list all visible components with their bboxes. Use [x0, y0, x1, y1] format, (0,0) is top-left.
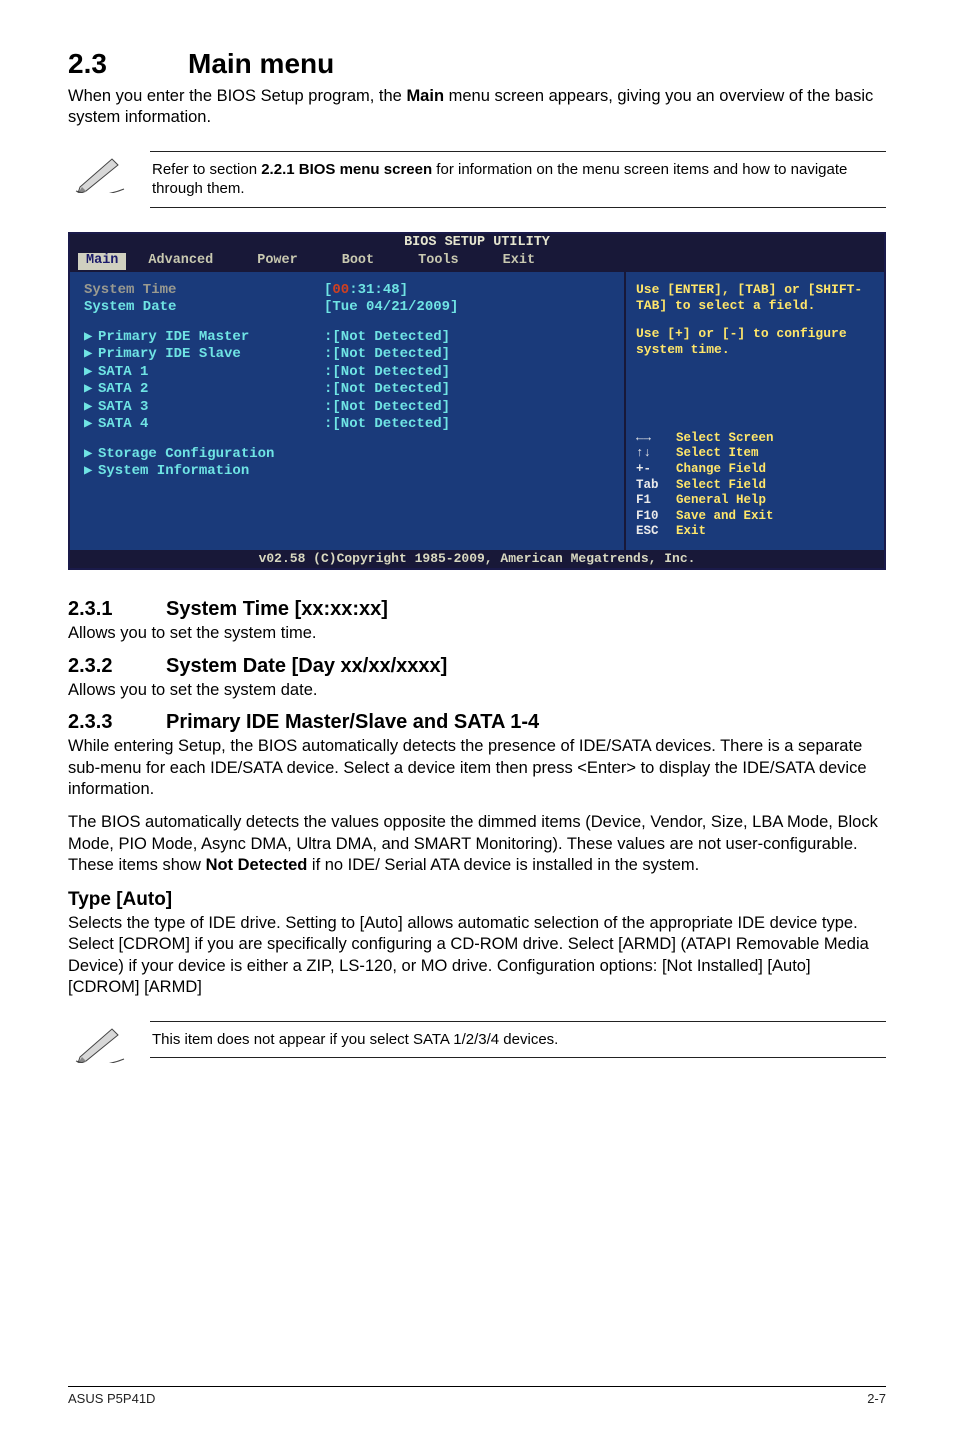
section-2-3-3-p1: While entering Setup, the BIOS automatic… [68, 736, 886, 800]
bios-help-text-2: Use [+] or [-] to configure system time. [636, 326, 874, 359]
page-heading: 2.3Main menu [68, 48, 886, 80]
type-auto-body: Selects the type of IDE drive. Setting t… [68, 913, 886, 999]
note-block-2: This item does not appear if you select … [68, 1021, 886, 1063]
note-text-2: This item does not appear if you select … [150, 1021, 886, 1059]
bios-system-date[interactable]: System Date [Tue 04/21/2009] [84, 299, 610, 317]
note-block-1: Refer to section 2.2.1 BIOS menu screen … [68, 151, 886, 208]
bios-item-primary-slave[interactable]: ▶Primary IDE Slave:[Not Detected] [84, 346, 610, 364]
bios-item-storage-config[interactable]: ▶Storage Configuration [84, 446, 610, 464]
pencil-note-icon [68, 1021, 132, 1063]
footer-right: 2-7 [867, 1391, 886, 1406]
bios-footer: v02.58 (C)Copyright 1985-2009, American … [70, 550, 884, 568]
bios-item-sata1[interactable]: ▶SATA 1:[Not Detected] [84, 364, 610, 382]
bios-title-bar: BIOS SETUP UTILITY [70, 234, 884, 252]
intro-paragraph: When you enter the BIOS Setup program, t… [68, 86, 886, 129]
bios-tab-power[interactable]: Power [235, 253, 320, 270]
bios-tab-advanced[interactable]: Advanced [126, 253, 235, 270]
section-2-3-1-body: Allows you to set the system time. [68, 623, 886, 644]
heading-number: 2.3 [68, 48, 188, 80]
section-2-3-3-p2: The BIOS automatically detects the value… [68, 812, 886, 876]
heading-title: Main menu [188, 48, 334, 79]
section-2-3-2-body: Allows you to set the system date. [68, 680, 886, 701]
bios-item-system-info[interactable]: ▶System Information [84, 463, 610, 481]
type-auto-heading: Type [Auto] [68, 889, 886, 911]
note-text: Refer to section 2.2.1 BIOS menu screen … [150, 151, 886, 208]
bios-item-primary-master[interactable]: ▶Primary IDE Master:[Not Detected] [84, 329, 610, 347]
bios-tab-exit[interactable]: Exit [481, 253, 557, 270]
bios-item-sata4[interactable]: ▶SATA 4:[Not Detected] [84, 416, 610, 434]
bios-tab-tools[interactable]: Tools [396, 253, 481, 270]
bios-help-text-1: Use [ENTER], [TAB] or [SHIFT-TAB] to sel… [636, 282, 874, 315]
bios-tab-boot[interactable]: Boot [320, 253, 396, 270]
bios-tab-bar: Main Advanced Power Boot Tools Exit [70, 252, 884, 272]
bios-tab-main[interactable]: Main [78, 253, 126, 270]
section-2-3-1: 2.3.1System Time [xx:xx:xx] [68, 598, 886, 621]
bios-setup-utility: BIOS SETUP UTILITY Main Advanced Power B… [68, 232, 886, 570]
section-2-3-3: 2.3.3Primary IDE Master/Slave and SATA 1… [68, 711, 886, 734]
bios-system-time[interactable]: System Time [00:31:48] [84, 282, 610, 300]
footer-left: ASUS P5P41D [68, 1391, 155, 1406]
pencil-note-icon [68, 151, 132, 193]
bios-nav-legend: ←→Select Screen ↑↓Select Item +-Change F… [636, 431, 874, 540]
bios-item-sata2[interactable]: ▶SATA 2:[Not Detected] [84, 381, 610, 399]
page-footer: ASUS P5P41D 2-7 [68, 1386, 886, 1406]
section-2-3-2: 2.3.2System Date [Day xx/xx/xxxx] [68, 655, 886, 678]
bios-item-sata3[interactable]: ▶SATA 3:[Not Detected] [84, 399, 610, 417]
